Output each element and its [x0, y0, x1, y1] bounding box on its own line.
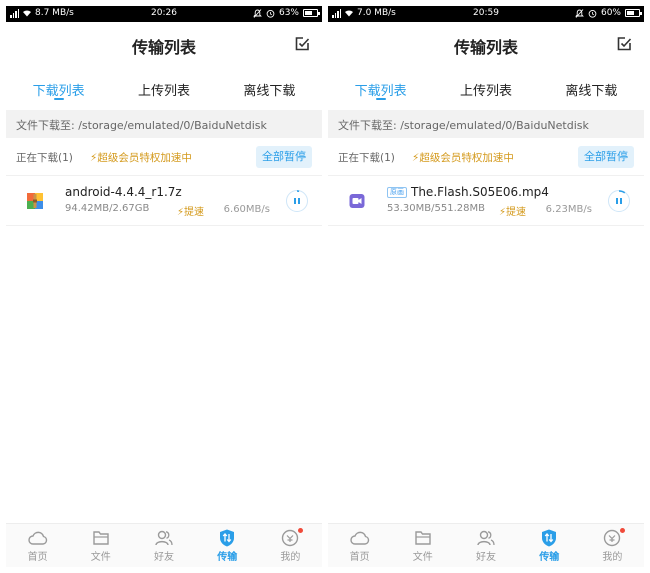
tab-upload-list[interactable]: 上传列表 — [111, 66, 216, 104]
nav-me[interactable]: 我的 — [259, 524, 322, 567]
folder-icon — [93, 531, 109, 545]
alarm-icon — [588, 9, 597, 18]
profile-icon — [604, 529, 621, 547]
nav-files[interactable]: 文件 — [391, 524, 454, 567]
edit-check-icon[interactable] — [294, 36, 310, 52]
download-item[interactable]: android-4.4.4_r1.7z 94.42MB/2.67GB ⚡提速 6… — [6, 176, 322, 226]
edit-check-icon[interactable] — [616, 36, 632, 52]
phone-screen-left: 8.7 MB/s 20:26 63% 传输列表 下载列表 上传列表 离线下载 文… — [6, 6, 322, 567]
page-header: 传输列表 — [6, 22, 322, 66]
page-header: 传输列表 — [328, 22, 644, 66]
mute-bell-icon — [575, 8, 584, 18]
phone-screen-right: 7.0 MB/s 20:59 60% 传输列表 下载列表 上传列表 离线下载 文… — [328, 6, 644, 567]
active-tab-indicator — [375, 98, 386, 100]
tab-offline-download[interactable]: 离线下载 — [539, 66, 644, 104]
archive-file-icon — [27, 193, 43, 209]
notification-dot — [620, 528, 626, 533]
friends-icon — [477, 530, 495, 546]
downloading-count: 正在下载(1) — [16, 152, 73, 164]
home-cloud-icon — [349, 531, 369, 545]
lightning-icon: ⚡ — [499, 207, 507, 218]
battery-percent: 63% — [278, 8, 299, 18]
download-path: 文件下载至: /storage/emulated/0/BaiduNetdisk — [328, 110, 644, 138]
mute-bell-icon — [253, 8, 262, 18]
nav-transfer[interactable]: 传输 — [196, 524, 259, 567]
vip-boost-label: ⚡超级会员特权加速中 — [90, 152, 192, 164]
nav-friends[interactable]: 好友 — [454, 524, 517, 567]
active-tab-indicator — [53, 98, 64, 100]
home-cloud-icon — [27, 531, 47, 545]
transfer-tabs: 下载列表 上传列表 离线下载 — [328, 66, 644, 104]
alarm-icon — [266, 9, 275, 18]
tab-upload-list[interactable]: 上传列表 — [433, 66, 538, 104]
tab-download-list[interactable]: 下载列表 — [328, 66, 433, 104]
downloading-header: 正在下载(1) ⚡超级会员特权加速中 全部暂停 — [6, 138, 322, 176]
folder-icon — [415, 531, 431, 545]
battery-icon — [303, 9, 320, 17]
pause-icon — [294, 198, 300, 204]
pause-all-button[interactable]: 全部暂停 — [578, 146, 634, 168]
profile-icon — [282, 529, 299, 547]
vip-boost-label: ⚡超级会员特权加速中 — [412, 152, 514, 164]
page-title: 传输列表 — [453, 38, 518, 57]
nav-me[interactable]: 我的 — [581, 524, 644, 567]
status-bar: 8.7 MB/s 20:26 63% — [6, 6, 322, 22]
download-rate: 6.60MB/s — [223, 204, 270, 215]
nav-friends[interactable]: 好友 — [132, 524, 195, 567]
video-file-icon — [349, 194, 365, 208]
notification-dot — [298, 528, 304, 533]
file-name: 原画 The.Flash.S05E06.mp4 — [387, 185, 549, 199]
bottom-navigation: 首页 文件 好友 传输 我的 — [328, 523, 644, 567]
lightning-icon: ⚡ — [177, 207, 185, 218]
transfer-shield-icon — [542, 529, 557, 547]
nav-transfer[interactable]: 传输 — [518, 524, 581, 567]
tab-download-list[interactable]: 下载列表 — [6, 66, 111, 104]
download-rate: 6.23MB/s — [545, 204, 592, 215]
pause-all-button[interactable]: 全部暂停 — [256, 146, 312, 168]
downloading-count: 正在下载(1) — [338, 152, 395, 164]
pause-button[interactable] — [608, 189, 630, 212]
file-name: android-4.4.4_r1.7z — [65, 185, 182, 199]
nav-files[interactable]: 文件 — [69, 524, 132, 567]
quality-tag: 原画 — [387, 187, 407, 198]
nav-home[interactable]: 首页 — [328, 524, 391, 567]
bottom-navigation: 首页 文件 好友 传输 我的 — [6, 523, 322, 567]
pause-icon — [616, 198, 622, 204]
battery-icon — [625, 9, 642, 17]
download-path: 文件下载至: /storage/emulated/0/BaiduNetdisk — [6, 110, 322, 138]
battery-percent: 60% — [600, 8, 621, 18]
file-progress-size: 53.30MB/551.28MB — [387, 203, 485, 214]
download-item[interactable]: 原画 The.Flash.S05E06.mp4 53.30MB/551.28MB … — [328, 176, 644, 226]
friends-icon — [155, 530, 173, 546]
pause-button[interactable] — [286, 189, 308, 212]
nav-home[interactable]: 首页 — [6, 524, 69, 567]
transfer-tabs: 下载列表 上传列表 离线下载 — [6, 66, 322, 104]
speedup-label[interactable]: ⚡提速 — [177, 203, 204, 218]
tab-offline-download[interactable]: 离线下载 — [217, 66, 322, 104]
speedup-label[interactable]: ⚡提速 — [499, 203, 526, 218]
transfer-shield-icon — [220, 529, 235, 547]
file-progress-size: 94.42MB/2.67GB — [65, 203, 150, 214]
page-title: 传输列表 — [131, 38, 196, 57]
status-bar: 7.0 MB/s 20:59 60% — [328, 6, 644, 22]
downloading-header: 正在下载(1) ⚡超级会员特权加速中 全部暂停 — [328, 138, 644, 176]
